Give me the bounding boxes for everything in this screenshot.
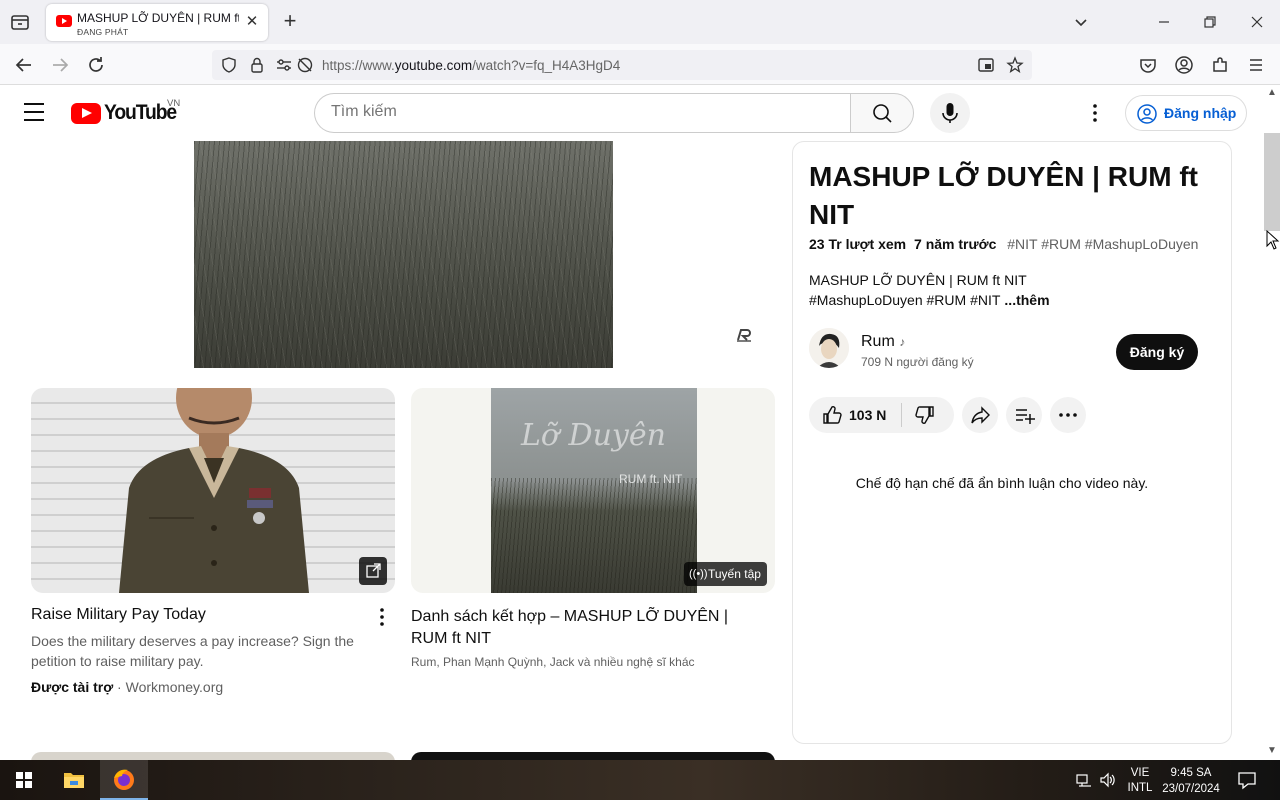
like-dislike-group: 103 N [809,397,954,433]
reload-icon[interactable] [83,52,109,78]
hashtags[interactable]: #NIT #RUM #MashupLoDuyen [1007,236,1198,252]
tab-list-icon[interactable] [8,10,32,34]
picture-in-picture-icon[interactable] [977,56,995,74]
guide-menu-icon[interactable] [24,103,48,123]
browser-tab-active[interactable]: MASHUP LỠ DUYÊN | RUM ft NIT ĐANG PHÁT ✕ [46,4,268,41]
scrollbar-thumb[interactable] [1264,133,1280,231]
account-icon[interactable] [1171,52,1197,78]
windows-taskbar: VIE INTL 9:45 SA 23/07/2024 [0,760,1280,800]
cover-script-text: Lỡ Duyên [521,418,666,453]
video-meta: 23 Tr lượt xem 7 năm trước #NIT #RUM #Ma… [809,236,1198,252]
music-note-icon: ♪ [899,335,906,349]
upload-age: 7 năm trước [914,236,997,252]
ad-description: Does the military deserves a pay increas… [31,633,354,669]
sign-in-label: Đăng nhập [1164,105,1237,121]
user-circle-icon [1136,103,1158,125]
external-link-icon[interactable] [359,557,387,585]
country-code: VN [167,98,181,109]
show-more-button[interactable]: ...thêm [1004,292,1049,308]
like-count: 103 N [849,407,887,423]
share-icon[interactable] [962,397,998,433]
ad-thumbnail[interactable] [31,388,395,593]
description-line-1: MASHUP LỠ DUYÊN | RUM ft NIT [809,272,1027,288]
mouse-cursor-icon [1266,229,1280,250]
system-clock[interactable]: 9:45 SA 23/07/2024 [1160,765,1222,797]
like-icon[interactable] [821,404,843,426]
subscriber-count: 709 N người đăng ký [861,355,974,369]
tracking-protection-icon[interactable] [220,56,238,74]
pocket-icon[interactable] [1135,52,1161,78]
cover-artist-text: RUM ft. NIT [619,472,683,486]
channel-avatar[interactable] [809,328,849,368]
channel-name[interactable]: Rum ♪ [861,333,905,351]
video-title: MASHUP LỠ DUYÊN | RUM ft NIT [809,161,1198,230]
ad-title[interactable]: Raise Military Pay Today [31,606,206,624]
sign-in-button[interactable]: Đăng nhập [1125,95,1247,131]
view-count: 23 Tr lượt xem [809,236,907,252]
network-icon[interactable] [1075,771,1093,792]
soldier-photo [119,388,309,593]
save-to-playlist-icon[interactable] [1006,397,1042,433]
clock-time: 9:45 SA [1170,767,1212,779]
youtube-header: YouTube VN Đăng nhập [0,85,1264,141]
youtube-play-icon [71,103,101,124]
search-box [314,93,851,133]
list-all-tabs-icon[interactable] [1069,10,1093,34]
youtube-wordmark: YouTube [104,101,177,124]
url-text: https://www.youtube.com/watch?v=fq_H4A3H… [322,58,621,73]
ad-sponsor-line: Được tài trợ · Workmoney.org [31,679,224,695]
channel-watermark-icon [735,327,753,346]
mix-badge: ((•)) Tuyến tập [684,562,767,586]
youtube-favicon-icon [56,15,72,27]
hamburger-menu-icon[interactable] [1243,52,1269,78]
broadcast-icon: ((•)) [689,568,708,580]
tab-close-icon[interactable]: ✕ [244,14,260,30]
firefox-icon[interactable] [100,760,148,800]
search-input[interactable] [331,103,811,121]
subscribe-button[interactable]: Đăng ký [1116,334,1198,370]
minimize-icon[interactable] [1152,10,1176,34]
microphone-icon [942,103,958,123]
browser-tab-bar: MASHUP LỠ DUYÊN | RUM ft NIT ĐANG PHÁT ✕… [0,0,1280,44]
extensions-icon[interactable] [1207,52,1233,78]
playlist-subtitle: Rum, Phan Mạnh Quỳnh, Jack và nhiều nghệ… [411,655,695,669]
comments-disabled-message: Chế độ hạn chế đã ẩn bình luận cho video… [855,475,1149,491]
playlist-title[interactable]: Danh sách kết hợp – MASHUP LỠ DUYÊN | RU… [411,606,741,650]
star-icon[interactable] [1006,56,1024,74]
clock-date: 23/07/2024 [1162,783,1220,795]
url-bar[interactable]: https://www.youtube.com/watch?v=fq_H4A3H… [212,50,1032,80]
search-button[interactable] [850,93,914,133]
scroll-up-icon[interactable]: ▲ [1267,87,1277,98]
description-line-2: #MashupLoDuyen #RUM #NIT ...thêm [809,292,1050,308]
scroll-down-icon[interactable]: ▼ [1267,745,1277,756]
forward-arrow-icon[interactable] [47,52,73,78]
close-window-icon[interactable] [1245,10,1269,34]
notification-center-icon[interactable] [1236,770,1258,790]
tab-title: MASHUP LỠ DUYÊN | RUM ft NIT [77,11,239,25]
tab-playing-label: ĐANG PHÁT [77,27,129,37]
video-player[interactable] [194,141,613,368]
input-language[interactable]: VIE INTL [1125,766,1155,796]
album-cover-image: Lỡ Duyên RUM ft. NIT [491,388,697,593]
more-actions-icon[interactable] [1050,397,1086,433]
new-tab-icon[interactable]: + [279,10,301,32]
ad-more-icon[interactable] [371,606,393,628]
file-explorer-icon[interactable] [50,760,98,800]
lock-icon[interactable] [248,56,266,74]
sponsored-label: Được tài trợ [31,679,114,695]
dislike-icon[interactable] [914,404,936,426]
autoplay-blocked-icon[interactable] [296,56,314,74]
volume-icon[interactable] [1099,771,1117,792]
browser-nav-bar: https://www.youtube.com/watch?v=fq_H4A3H… [0,44,1280,85]
ad-domain[interactable]: Workmoney.org [126,679,224,695]
voice-search-button[interactable] [930,93,970,133]
windows-start-icon[interactable] [0,760,48,800]
restore-icon[interactable] [1198,10,1222,34]
back-arrow-icon[interactable] [11,52,37,78]
settings-more-icon[interactable] [1083,101,1107,125]
search-icon [873,104,892,123]
video-frame-image [194,141,613,368]
permissions-icon[interactable] [275,56,293,74]
page-scrollbar[interactable]: ▲ ▼ [1264,85,1280,760]
